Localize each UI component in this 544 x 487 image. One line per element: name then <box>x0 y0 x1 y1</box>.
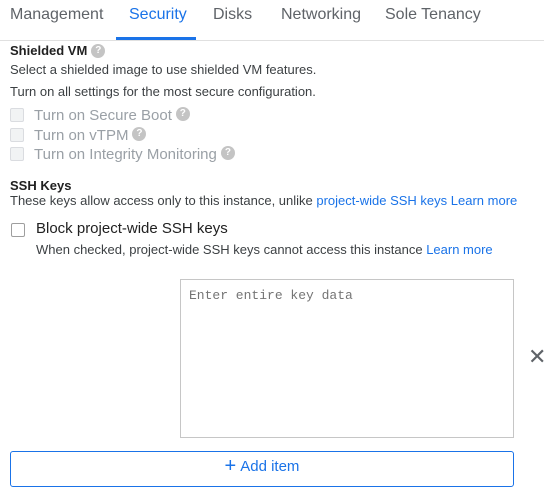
block-description-line: When checked, project-wide SSH keys cann… <box>36 242 493 257</box>
secure-boot-option: Turn on Secure Boot ? <box>10 106 190 124</box>
tab-disks[interactable]: Disks <box>213 6 252 24</box>
add-item-label: Add item <box>240 458 300 475</box>
help-icon[interactable]: ? <box>91 43 106 58</box>
block-description: When checked, project-wide SSH keys cann… <box>36 242 427 257</box>
close-icon[interactable]: ✕ <box>528 346 544 368</box>
tab-bar: Management Security Disks Networking Sol… <box>0 0 544 41</box>
active-tab-indicator <box>116 37 196 40</box>
plus-icon: + <box>224 455 237 477</box>
help-icon[interactable]: ? <box>175 107 190 121</box>
vtpm-label: Turn on vTPM <box>34 126 129 144</box>
tab-networking[interactable]: Networking <box>281 6 361 24</box>
integrity-monitoring-option: Turn on Integrity Monitoring ? <box>10 145 235 163</box>
tab-sole-tenancy[interactable]: Sole Tenancy <box>385 6 481 24</box>
ssh-keys-description: These keys allow access only to this ins… <box>10 193 317 208</box>
block-learn-more-link[interactable]: Learn more <box>426 242 492 257</box>
ssh-key-input[interactable] <box>180 279 514 438</box>
vtpm-option: Turn on vTPM ? <box>10 126 147 144</box>
learn-more-link[interactable]: Learn more <box>451 193 517 208</box>
add-item-button[interactable]: + Add item <box>10 451 514 487</box>
block-project-wide-ssh-keys-checkbox[interactable] <box>11 223 25 237</box>
secure-boot-label: Turn on Secure Boot <box>34 106 172 124</box>
shielded-vm-heading: Shielded VM? <box>10 43 106 59</box>
integrity-monitoring-label: Turn on Integrity Monitoring <box>34 145 217 163</box>
shielded-vm-description: Select a shielded image to use shielded … <box>10 62 317 77</box>
help-icon[interactable]: ? <box>132 127 147 141</box>
vtpm-checkbox[interactable] <box>10 128 24 142</box>
shielded-vm-hint: Turn on all settings for the most secure… <box>10 84 316 99</box>
integrity-monitoring-checkbox[interactable] <box>10 147 24 161</box>
secure-boot-checkbox[interactable] <box>10 108 24 122</box>
help-icon[interactable]: ? <box>220 146 235 160</box>
ssh-keys-title: SSH Keys <box>10 178 72 193</box>
tab-security[interactable]: Security <box>129 6 187 24</box>
tab-management[interactable]: Management <box>10 6 103 24</box>
block-project-wide-ssh-keys-label: Block project-wide SSH keys <box>36 220 228 237</box>
project-wide-ssh-keys-link[interactable]: project-wide SSH keys <box>316 193 447 208</box>
ssh-keys-description-line: These keys allow access only to this ins… <box>10 193 517 208</box>
shielded-vm-title: Shielded VM <box>10 43 88 58</box>
